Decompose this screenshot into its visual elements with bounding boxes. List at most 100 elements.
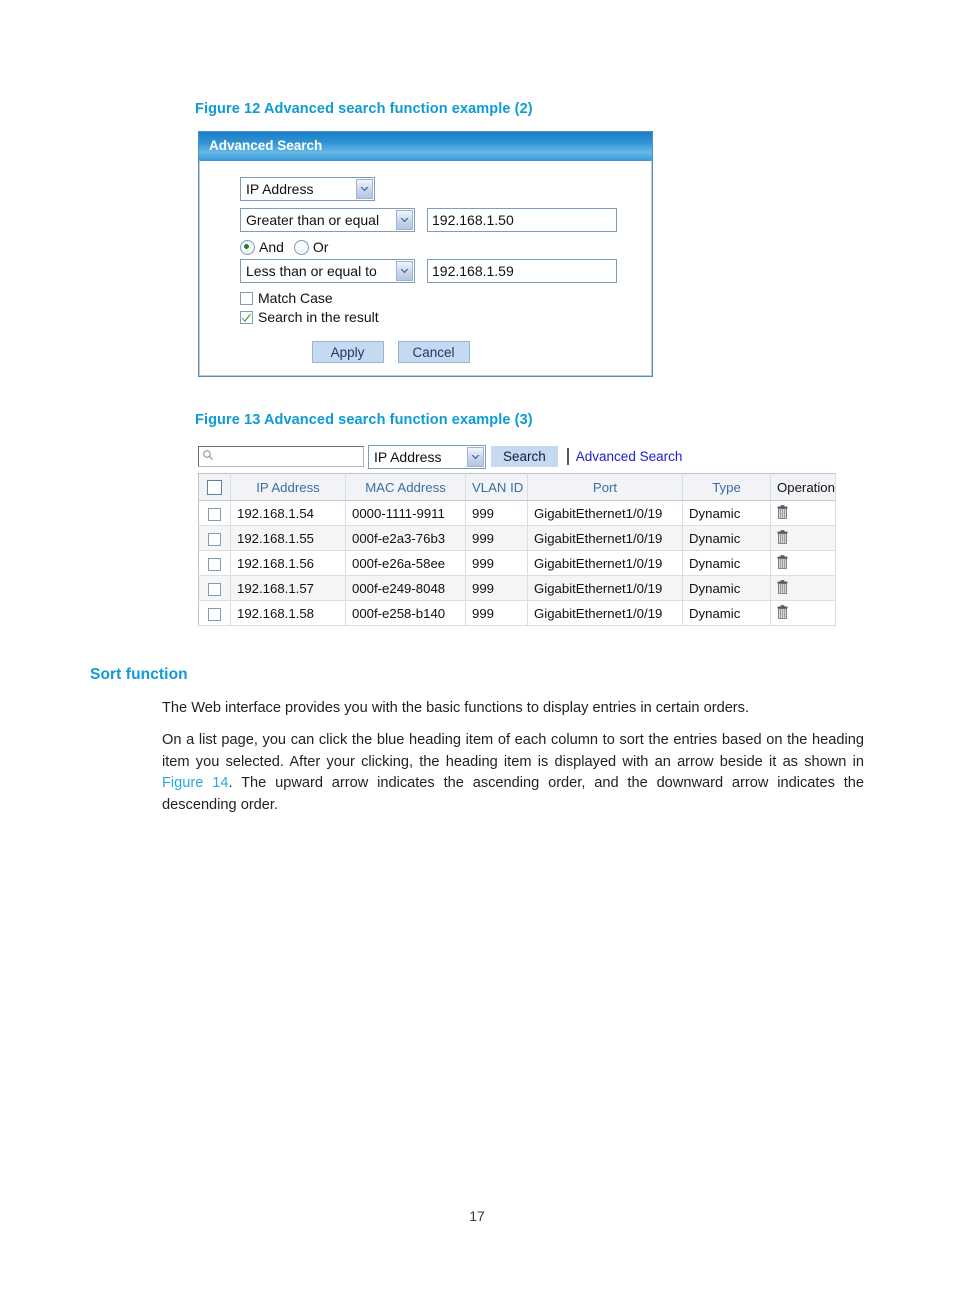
cell-port: GigabitEthernet1/0/19	[527, 575, 683, 601]
logic-operator-group: And Or	[240, 239, 651, 255]
condition-2-operator-value: Less than or equal to	[246, 263, 377, 279]
delete-icon[interactable]	[777, 604, 788, 622]
search-field-select[interactable]: IP Address	[368, 444, 486, 469]
dialog-button-row: Apply Cancel	[200, 341, 651, 363]
cell-operation	[770, 550, 836, 576]
dialog-title-bar: Advanced Search	[199, 132, 652, 160]
paragraph-2-text-b: . The upward arrow indicates the ascendi…	[162, 775, 864, 813]
condition-2-operator-select[interactable]: Less than or equal to	[240, 259, 415, 283]
row-checkbox[interactable]	[208, 507, 221, 521]
cell-vlan: 999	[465, 525, 528, 551]
cell-vlan: 999	[465, 575, 528, 601]
cell-mac: 000f-e258-b140	[345, 600, 466, 626]
search-in-result-row: Search in the result	[240, 309, 651, 325]
row-checkbox[interactable]	[208, 557, 221, 571]
row-checkbox[interactable]	[208, 582, 221, 596]
figure-12-caption: Figure 12 Advanced search function examp…	[195, 101, 533, 117]
cell-type: Dynamic	[682, 600, 771, 626]
cell-ip: 192.168.1.55	[230, 525, 346, 551]
row-select-cell	[198, 500, 231, 526]
cell-mac: 0000-1111-9911	[345, 500, 466, 526]
radio-or[interactable]	[293, 239, 309, 255]
header-vlan-id[interactable]: VLAN ID	[465, 473, 528, 501]
condition-1-operator-value: Greater than or equal	[246, 212, 380, 228]
condition-1-row: Greater than or equal 192.168.1.50	[240, 208, 651, 232]
select-all-header	[198, 473, 231, 501]
row-checkbox[interactable]	[208, 532, 221, 546]
cell-operation	[770, 600, 836, 626]
cell-mac: 000f-e2a3-76b3	[345, 525, 466, 551]
delete-icon[interactable]	[777, 579, 788, 597]
select-all-checkbox[interactable]	[207, 480, 222, 495]
search-toolbar: IP Address Search Advanced Search	[198, 444, 835, 469]
condition-2-value-text: 192.168.1.59	[432, 263, 514, 279]
cell-port: GigabitEthernet1/0/19	[527, 525, 683, 551]
figure-14-xref[interactable]: Figure 14	[162, 775, 228, 791]
radio-and[interactable]	[240, 239, 255, 255]
header-mac-address[interactable]: MAC Address	[345, 473, 466, 501]
condition-1-value-input[interactable]: 192.168.1.50	[427, 208, 617, 232]
page-number: 17	[469, 1208, 485, 1224]
cell-port: GigabitEthernet1/0/19	[527, 500, 683, 526]
search-field-select-value: IP Address	[374, 448, 442, 465]
search-icon	[202, 449, 214, 464]
search-text-field[interactable]	[214, 449, 347, 464]
chevron-down-icon	[356, 179, 373, 199]
search-field-select[interactable]: IP Address	[240, 177, 375, 201]
delete-icon[interactable]	[777, 504, 788, 522]
arp-entries-table: IP Address MAC Address VLAN ID Port Type…	[198, 473, 836, 626]
search-input[interactable]	[198, 446, 364, 467]
table-row[interactable]: 192.168.1.58 000f-e258-b140 999 GigabitE…	[198, 600, 836, 626]
cell-port: GigabitEthernet1/0/19	[527, 550, 683, 576]
row-select-cell	[198, 575, 231, 601]
sort-function-paragraph-1: The Web interface provides you with the …	[162, 700, 750, 716]
figure-13-caption: Figure 13 Advanced search function examp…	[195, 412, 533, 428]
row-select-cell	[198, 550, 231, 576]
cell-vlan: 999	[465, 550, 528, 576]
radio-or-label: Or	[312, 239, 329, 255]
apply-button[interactable]: Apply	[311, 341, 384, 363]
search-field-select-value: IP Address	[246, 181, 314, 197]
row-select-cell	[198, 525, 231, 551]
header-type[interactable]: Type	[682, 473, 771, 501]
sort-function-paragraph-2: On a list page, you can click the blue h…	[162, 730, 864, 816]
search-button[interactable]: Search	[491, 446, 558, 467]
delete-icon[interactable]	[777, 554, 788, 572]
cell-type: Dynamic	[682, 550, 771, 576]
search-in-result-checkbox[interactable]	[240, 310, 253, 324]
advanced-search-dialog: Advanced Search IP Address Greater than …	[198, 131, 653, 377]
condition-1-operator-select[interactable]: Greater than or equal	[240, 208, 415, 232]
delete-icon[interactable]	[777, 529, 788, 547]
table-row[interactable]: 192.168.1.55 000f-e2a3-76b3 999 GigabitE…	[198, 525, 836, 551]
table-header-row: IP Address MAC Address VLAN ID Port Type…	[198, 473, 836, 501]
row-checkbox[interactable]	[208, 607, 221, 621]
cell-mac: 000f-e26a-58ee	[345, 550, 466, 576]
cell-vlan: 999	[465, 500, 528, 526]
match-case-checkbox[interactable]	[240, 291, 253, 305]
dialog-title-text: Advanced Search	[209, 138, 323, 153]
cell-mac: 000f-e249-8048	[345, 575, 466, 601]
header-port[interactable]: Port	[527, 473, 683, 501]
table-body: 192.168.1.54 0000-1111-9911 999 GigabitE…	[198, 500, 836, 626]
cell-ip: 192.168.1.58	[230, 600, 346, 626]
check-icon	[242, 312, 251, 322]
cell-vlan: 999	[465, 600, 528, 626]
table-row[interactable]: 192.168.1.56 000f-e26a-58ee 999 GigabitE…	[198, 550, 836, 576]
toolbar-divider	[566, 448, 569, 465]
dialog-body: IP Address Greater than or equal 192.168…	[199, 160, 652, 376]
arp-list-page: IP Address Search Advanced Search IP Add…	[198, 444, 836, 626]
advanced-search-link[interactable]: Advanced Search	[576, 449, 683, 464]
chevron-down-icon	[396, 210, 413, 230]
chevron-down-icon	[467, 446, 484, 467]
search-in-result-label: Search in the result	[258, 309, 379, 325]
sort-function-heading: Sort function	[90, 666, 188, 683]
header-ip-address[interactable]: IP Address	[230, 473, 346, 501]
cell-ip: 192.168.1.56	[230, 550, 346, 576]
cancel-button[interactable]: Cancel	[397, 341, 470, 363]
table-row[interactable]: 192.168.1.57 000f-e249-8048 999 GigabitE…	[198, 575, 836, 601]
cell-type: Dynamic	[682, 525, 771, 551]
cell-port: GigabitEthernet1/0/19	[527, 600, 683, 626]
cell-ip: 192.168.1.57	[230, 575, 346, 601]
table-row[interactable]: 192.168.1.54 0000-1111-9911 999 GigabitE…	[198, 500, 836, 526]
condition-2-value-input[interactable]: 192.168.1.59	[427, 259, 617, 283]
